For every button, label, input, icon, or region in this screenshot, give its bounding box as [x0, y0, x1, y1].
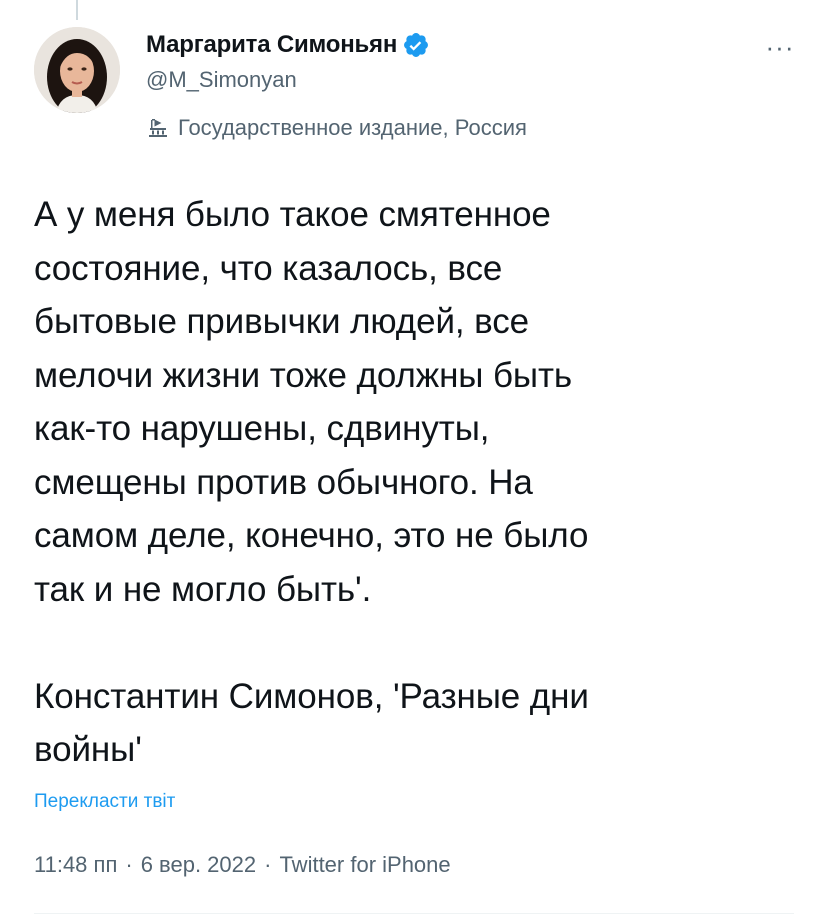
affiliation-text: Государственное издание, Россия [178, 115, 527, 140]
tweet-date[interactable]: 6 вер. 2022 [141, 852, 256, 878]
tweet-body-text: А у меня было такое смятенное состояние,… [34, 195, 589, 769]
author-handle[interactable]: @M_Simonyan [146, 67, 297, 93]
tweet-time[interactable]: 11:48 пп [34, 852, 117, 878]
government-building-icon [146, 116, 170, 140]
avatar[interactable] [34, 27, 120, 113]
thread-connector-line [76, 0, 78, 20]
verified-badge-icon [402, 31, 430, 59]
translate-tweet-link[interactable]: Перекласти твіт [34, 791, 175, 813]
author-display-name[interactable]: Маргарита Симоньян [146, 28, 430, 62]
metadata-separator: · [264, 852, 272, 877]
government-affiliation-label[interactable]: Государственное издание, Россия [146, 112, 527, 144]
more-options-button[interactable]: ··· [760, 32, 800, 62]
tweet-metadata-row: 11:48 пп · 6 вер. 2022 · Twitter for iPh… [34, 852, 451, 878]
author-name-text: Маргарита Симоньян [146, 31, 398, 58]
more-options-icon: ··· [765, 32, 795, 62]
metadata-separator: · [125, 852, 133, 877]
divider [34, 913, 794, 914]
tweet-source-client[interactable]: Twitter for iPhone [279, 852, 450, 878]
avatar-image [34, 27, 120, 113]
